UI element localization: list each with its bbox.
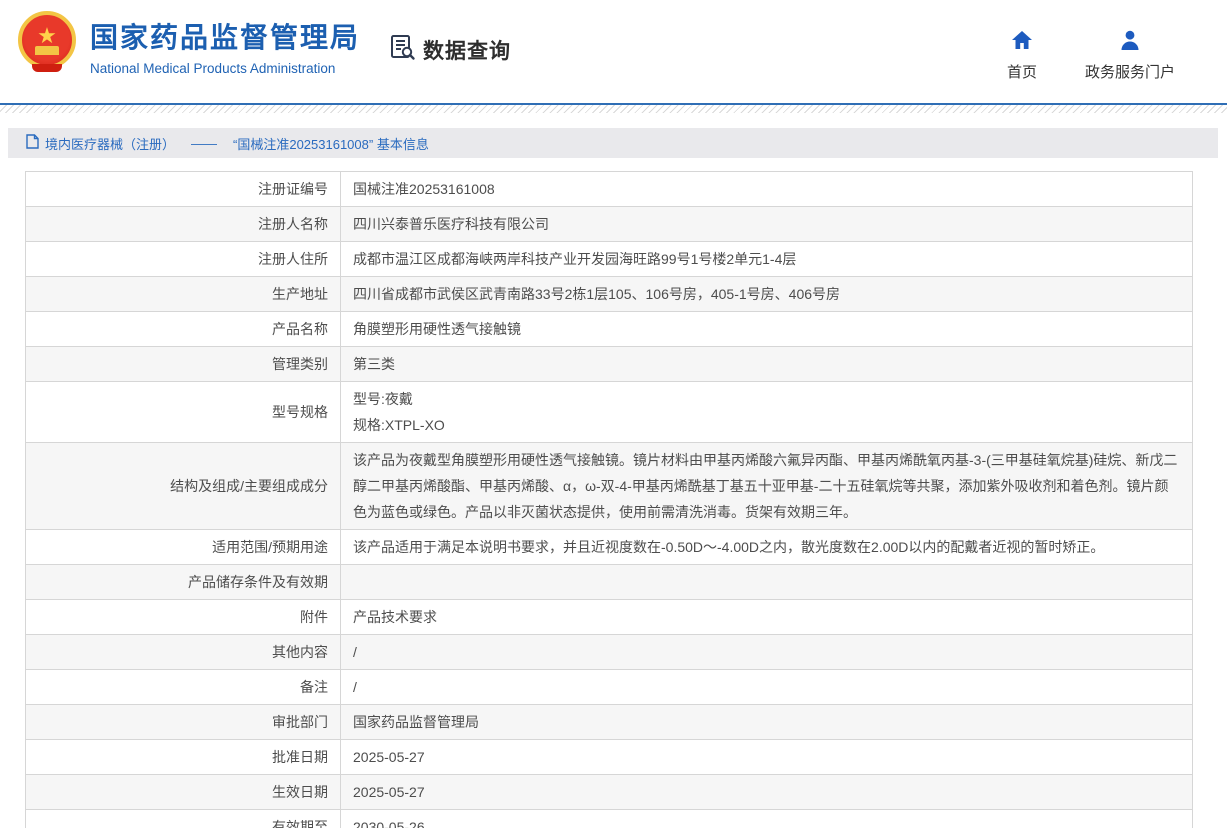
nav-portal[interactable]: 政务服务门户 — [1085, 30, 1175, 82]
section-title: 数据查询 — [423, 35, 511, 65]
table-row: 有效期至2030-05-26 — [26, 810, 1193, 828]
row-label: 产品名称 — [26, 312, 341, 347]
nav-portal-label: 政务服务门户 — [1085, 61, 1175, 82]
page-header: ★ 国家药品监督管理局 National Medical Products Ad… — [0, 0, 1227, 103]
row-label: 结构及组成/主要组成成分 — [26, 443, 341, 530]
table-row: 生效日期2025-05-27 — [26, 775, 1193, 810]
table-row: 生产地址四川省成都市武侯区武青南路33号2栋1层105、106号房，405-1号… — [26, 277, 1193, 312]
emblem-gate-icon — [35, 46, 59, 55]
org-name-en: National Medical Products Administration — [90, 61, 360, 76]
row-value: / — [341, 670, 1193, 705]
table-row: 审批部门国家药品监督管理局 — [26, 705, 1193, 740]
table-row: 结构及组成/主要组成成分该产品为夜戴型角膜塑形用硬性透气接触镜。镜片材料由甲基丙… — [26, 443, 1193, 530]
table-row: 型号规格型号:夜戴 规格:XTPL-XO — [26, 382, 1193, 443]
row-value: / — [341, 635, 1193, 670]
row-value: 成都市温江区成都海峡两岸科技产业开发园海旺路99号1号楼2单元1-4层 — [341, 242, 1193, 277]
row-value: 四川省成都市武侯区武青南路33号2栋1层105、106号房，405-1号房、40… — [341, 277, 1193, 312]
national-emblem-logo: ★ — [18, 11, 76, 69]
user-icon — [1119, 30, 1141, 55]
row-value: 2025-05-27 — [341, 775, 1193, 810]
row-value: 国家药品监督管理局 — [341, 705, 1193, 740]
row-label: 备注 — [26, 670, 341, 705]
document-search-icon — [388, 33, 416, 66]
table-row: 其他内容/ — [26, 635, 1193, 670]
table-row: 适用范围/预期用途该产品适用于满足本说明书要求，并且近视度数在-0.50D～-4… — [26, 530, 1193, 565]
row-value: 2025-05-27 — [341, 740, 1193, 775]
row-label: 附件 — [26, 600, 341, 635]
row-label: 生产地址 — [26, 277, 341, 312]
row-label: 适用范围/预期用途 — [26, 530, 341, 565]
table-row: 产品名称角膜塑形用硬性透气接触镜 — [26, 312, 1193, 347]
row-value: 型号:夜戴 规格:XTPL-XO — [341, 382, 1193, 443]
breadcrumb: 境内医疗器械（注册） —— “国械注准20253161008” 基本信息 — [8, 128, 1218, 158]
row-label: 注册证编号 — [26, 172, 341, 207]
row-label: 生效日期 — [26, 775, 341, 810]
emblem-star-icon: ★ — [37, 25, 57, 47]
breadcrumb-separator: —— — [191, 136, 217, 151]
row-value: 国械注准20253161008 — [341, 172, 1193, 207]
row-value: 角膜塑形用硬性透气接触镜 — [341, 312, 1193, 347]
breadcrumb-category[interactable]: 境内医疗器械（注册） — [45, 134, 175, 153]
home-icon — [1011, 30, 1033, 55]
org-name-cn: 国家药品监督管理局 — [90, 16, 360, 56]
row-value: 2030-05-26 — [341, 810, 1193, 828]
table-row: 注册人住所成都市温江区成都海峡两岸科技产业开发园海旺路99号1号楼2单元1-4层 — [26, 242, 1193, 277]
page-doc-icon — [26, 134, 39, 152]
breadcrumb-current: “国械注准20253161008” 基本信息 — [233, 134, 429, 153]
row-value: 该产品适用于满足本说明书要求，并且近视度数在-0.50D～-4.00D之内，散光… — [341, 530, 1193, 565]
row-label: 管理类别 — [26, 347, 341, 382]
row-label: 注册人名称 — [26, 207, 341, 242]
table-row: 批准日期2025-05-27 — [26, 740, 1193, 775]
nav-home-label: 首页 — [1007, 61, 1037, 82]
table-row: 注册人名称四川兴泰普乐医疗科技有限公司 — [26, 207, 1193, 242]
emblem-ribbon-icon — [32, 64, 62, 72]
row-label: 有效期至 — [26, 810, 341, 828]
header-hatch-band — [0, 105, 1227, 113]
row-value: 四川兴泰普乐医疗科技有限公司 — [341, 207, 1193, 242]
nav-home[interactable]: 首页 — [1007, 30, 1037, 82]
row-value: 第三类 — [341, 347, 1193, 382]
data-query-section: 数据查询 — [388, 33, 511, 66]
registration-info-table: 注册证编号国械注准20253161008注册人名称四川兴泰普乐医疗科技有限公司注… — [25, 171, 1193, 828]
table-row: 注册证编号国械注准20253161008 — [26, 172, 1193, 207]
row-value: 该产品为夜戴型角膜塑形用硬性透气接触镜。镜片材料由甲基丙烯酸六氟异丙酯、甲基丙烯… — [341, 443, 1193, 530]
row-label: 注册人住所 — [26, 242, 341, 277]
table-row: 备注/ — [26, 670, 1193, 705]
row-value: 产品技术要求 — [341, 600, 1193, 635]
row-label: 其他内容 — [26, 635, 341, 670]
header-nav: 首页 政务服务门户 — [1007, 30, 1175, 82]
row-value — [341, 565, 1193, 600]
row-label: 审批部门 — [26, 705, 341, 740]
table-row: 管理类别第三类 — [26, 347, 1193, 382]
table-row: 附件产品技术要求 — [26, 600, 1193, 635]
row-label: 批准日期 — [26, 740, 341, 775]
org-title-block: 国家药品监督管理局 National Medical Products Admi… — [90, 16, 360, 76]
row-label: 产品储存条件及有效期 — [26, 565, 341, 600]
table-row: 产品储存条件及有效期 — [26, 565, 1193, 600]
row-label: 型号规格 — [26, 382, 341, 443]
info-table-body: 注册证编号国械注准20253161008注册人名称四川兴泰普乐医疗科技有限公司注… — [26, 172, 1193, 828]
